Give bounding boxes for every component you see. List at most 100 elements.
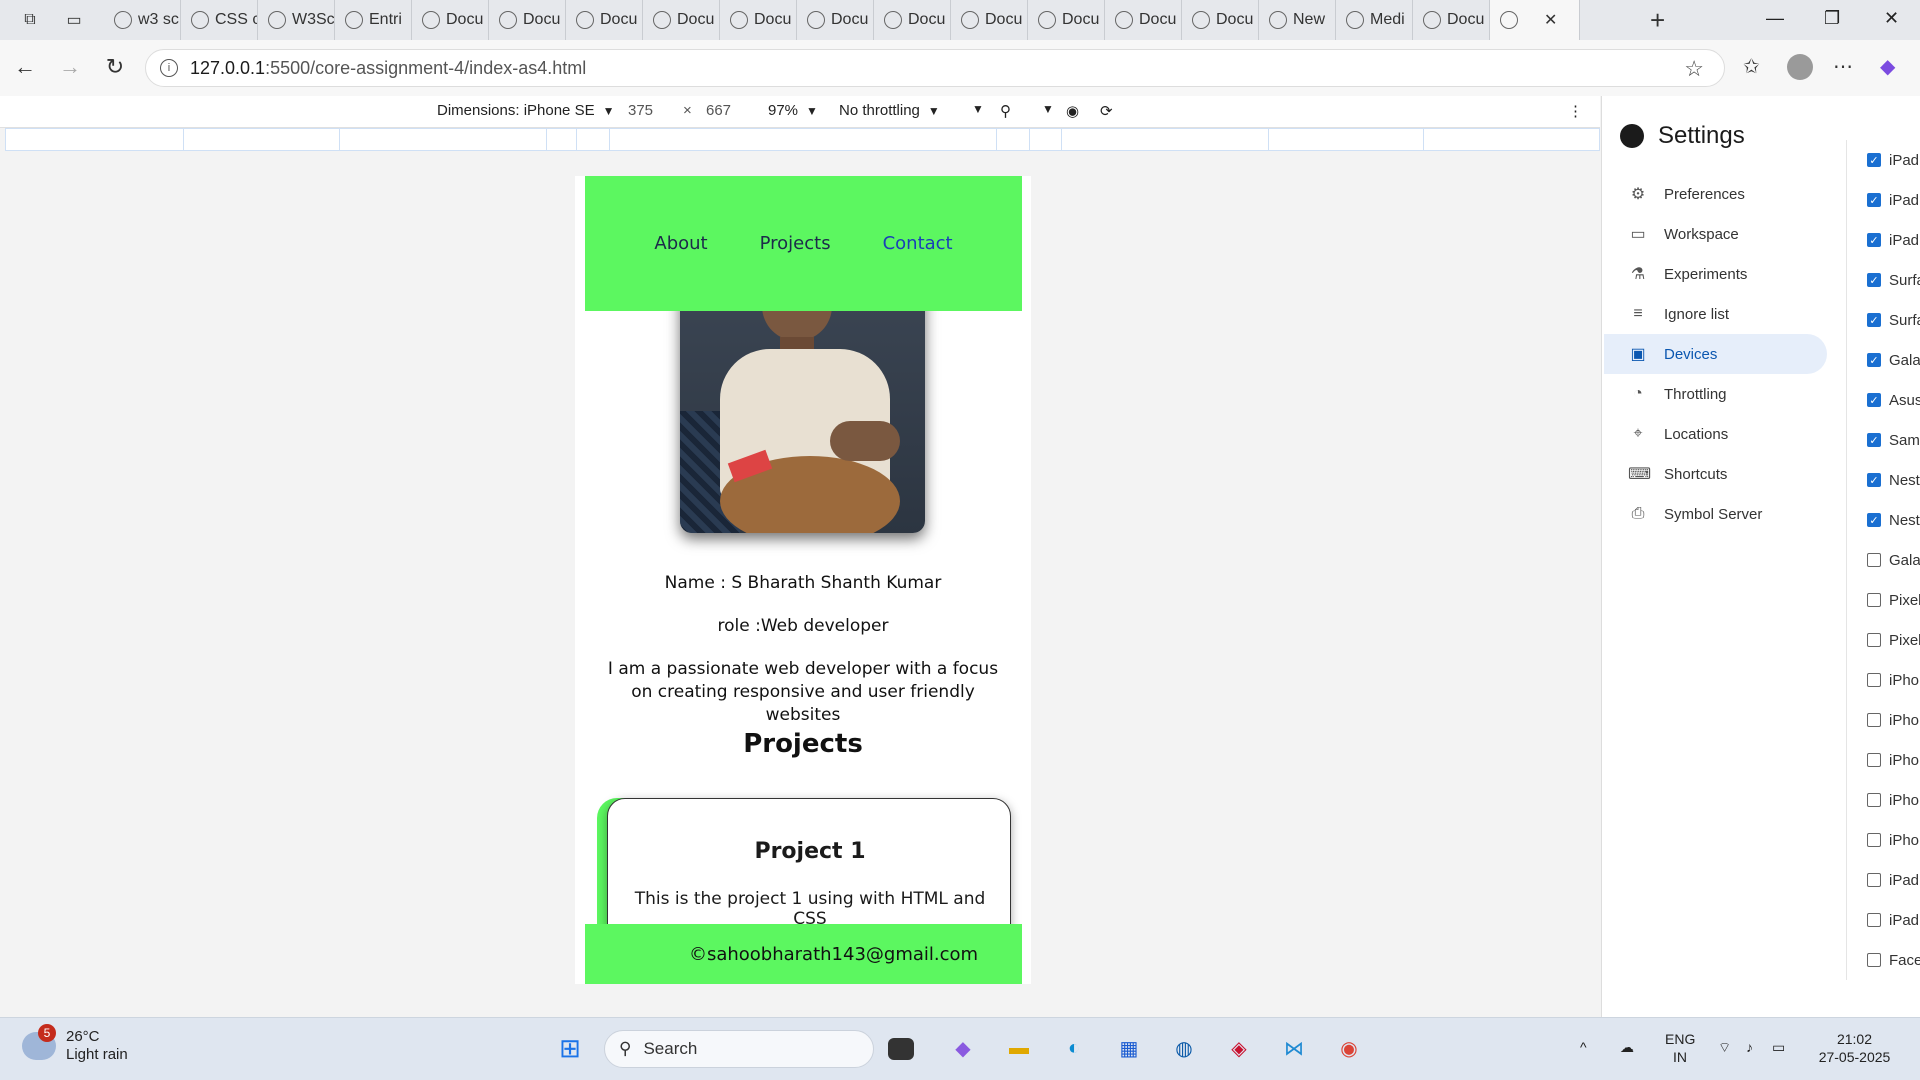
close-window-button[interactable]: ✕ bbox=[1884, 8, 1899, 29]
dell-icon[interactable]: ◍ bbox=[1167, 1031, 1201, 1065]
windows-start-icon[interactable]: ⊞ bbox=[553, 1031, 587, 1065]
browser-tab[interactable]: Docu bbox=[566, 0, 643, 40]
browser-tab[interactable]: Docu bbox=[720, 0, 797, 40]
device-checkbox[interactable] bbox=[1867, 913, 1881, 927]
device-width-input[interactable]: 375 bbox=[628, 102, 653, 119]
settings-menu-item[interactable]: ⚙ Preferences bbox=[1604, 174, 1827, 214]
settings-menu-item[interactable]: ⌨ Shortcuts bbox=[1604, 454, 1827, 494]
device-checkbox[interactable] bbox=[1867, 873, 1881, 887]
clock[interactable]: 21:02 27-05-2025 bbox=[1812, 1030, 1897, 1066]
chrome-icon[interactable]: ◉ bbox=[1332, 1031, 1366, 1065]
nav-projects-link[interactable]: Projects bbox=[760, 233, 831, 254]
nav-contact-link[interactable]: Contact bbox=[883, 233, 953, 254]
throttling-select[interactable]: No throttling ▼ bbox=[839, 102, 940, 119]
device-checkbox[interactable]: ✓ bbox=[1867, 473, 1881, 487]
store-icon[interactable]: ▦ bbox=[1112, 1031, 1146, 1065]
browser-tab[interactable]: W3Sc bbox=[258, 0, 335, 40]
sensor-icon[interactable]: ⚲ bbox=[1000, 102, 1011, 120]
browser-tab[interactable]: Docu bbox=[951, 0, 1028, 40]
browser-tab[interactable]: Entri bbox=[335, 0, 412, 40]
vertical-tabs-icon[interactable]: ▭ bbox=[60, 6, 88, 34]
device-checkbox[interactable]: ✓ bbox=[1867, 433, 1881, 447]
copilot-app-icon[interactable]: ◆ bbox=[946, 1031, 980, 1065]
browser-tab[interactable]: Docu bbox=[1028, 0, 1105, 40]
device-checkbox[interactable]: ✓ bbox=[1867, 353, 1881, 367]
copilot-icon[interactable]: ◆ bbox=[1880, 54, 1895, 79]
back-button[interactable]: ← bbox=[10, 54, 40, 80]
browser-tab[interactable]: Docu bbox=[797, 0, 874, 40]
file-explorer-icon[interactable]: ▬ bbox=[1002, 1031, 1036, 1065]
media-query-ruler[interactable] bbox=[5, 128, 1600, 151]
device-checkbox[interactable]: ✓ bbox=[1867, 393, 1881, 407]
new-tab-button[interactable]: + bbox=[1650, 5, 1665, 36]
device-checkbox[interactable]: ✓ bbox=[1867, 313, 1881, 327]
device-dimensions-select[interactable]: Dimensions: iPhone SE ▼ bbox=[437, 102, 614, 119]
forward-button[interactable]: → bbox=[55, 54, 85, 80]
settings-menu-item[interactable]: ⚗ Experiments bbox=[1604, 254, 1827, 294]
settings-menu-item[interactable]: ⎙ Symbol Server bbox=[1604, 494, 1827, 534]
vscode-icon[interactable]: ⋈ bbox=[1277, 1031, 1311, 1065]
device-height-input[interactable]: 667 bbox=[706, 102, 731, 119]
browser-tab[interactable]: Docu bbox=[412, 0, 489, 40]
settings-menu-item[interactable]: ▭ Workspace bbox=[1604, 214, 1827, 254]
device-checkbox[interactable]: ✓ bbox=[1867, 513, 1881, 527]
settings-menu-item[interactable]: ▣ Devices bbox=[1604, 334, 1827, 374]
wifi-icon[interactable]: ⌔ bbox=[1718, 1038, 1731, 1056]
browser-tab[interactable]: Docu bbox=[1413, 0, 1490, 40]
maximize-button[interactable]: ❐ bbox=[1824, 8, 1840, 29]
browser-tab[interactable]: Docu bbox=[1105, 0, 1182, 40]
show-hidden-icons[interactable]: ^ bbox=[1580, 1038, 1587, 1056]
browser-tab[interactable]: Docu bbox=[643, 0, 720, 40]
battery-icon[interactable]: ▭ bbox=[1772, 1038, 1785, 1056]
task-view-icon[interactable] bbox=[888, 1038, 914, 1060]
edge-app-icon[interactable]: ◐ bbox=[1057, 1031, 1091, 1065]
browser-tab[interactable]: New bbox=[1259, 0, 1336, 40]
favorites-icon[interactable]: ✩ bbox=[1743, 54, 1760, 79]
minimize-button[interactable]: — bbox=[1766, 8, 1784, 29]
rotate-device-icon[interactable]: ⟳ bbox=[1100, 102, 1113, 120]
browser-tab[interactable]: w3 sc bbox=[104, 0, 181, 40]
device-toolbar-more-icon[interactable]: ⋮ bbox=[1568, 102, 1583, 120]
device-checkbox[interactable] bbox=[1867, 753, 1881, 767]
device-checkbox[interactable] bbox=[1867, 553, 1881, 567]
browser-tab[interactable]: Docu bbox=[1182, 0, 1259, 40]
site-info-icon[interactable]: i bbox=[160, 59, 178, 77]
weather-widget[interactable]: 5 26°C Light rain bbox=[22, 1024, 128, 1064]
device-checkbox[interactable] bbox=[1867, 953, 1881, 967]
profile-avatar[interactable] bbox=[1787, 54, 1813, 80]
refresh-button[interactable]: ↻ bbox=[100, 54, 130, 80]
settings-menu-item[interactable]: ◔ Throttling bbox=[1604, 374, 1827, 414]
save-data-dropdown-icon[interactable]: ▼ bbox=[972, 102, 984, 116]
favorite-star-icon[interactable]: ☆ bbox=[1684, 56, 1704, 82]
volume-icon[interactable]: ♪ bbox=[1746, 1038, 1753, 1056]
close-tab-icon[interactable]: ✕ bbox=[1544, 10, 1557, 30]
taskbar-search[interactable]: ⚲ Search bbox=[604, 1030, 874, 1068]
browser-tab[interactable]: Docu bbox=[874, 0, 951, 40]
device-checkbox[interactable] bbox=[1867, 713, 1881, 727]
device-checkbox[interactable] bbox=[1867, 593, 1881, 607]
language-indicator[interactable]: ENG IN bbox=[1665, 1030, 1695, 1066]
device-checkbox[interactable]: ✓ bbox=[1867, 233, 1881, 247]
browser-tab[interactable]: CSS c bbox=[181, 0, 258, 40]
device-checkbox[interactable] bbox=[1867, 833, 1881, 847]
device-checkbox[interactable] bbox=[1867, 673, 1881, 687]
device-checkbox[interactable]: ✓ bbox=[1867, 193, 1881, 207]
sensor-dropdown-icon[interactable]: ▼ bbox=[1042, 102, 1054, 116]
mcafee-icon[interactable]: ◈ bbox=[1222, 1031, 1256, 1065]
zoom-select[interactable]: 97% ▼ bbox=[768, 102, 818, 119]
more-menu-icon[interactable]: ⋯ bbox=[1833, 54, 1853, 79]
url-field[interactable]: i 127.0.0.1:5500/core-assignment-4/index… bbox=[145, 49, 1725, 87]
vision-deficiency-icon[interactable]: ◉ bbox=[1066, 102, 1079, 120]
browser-tab[interactable]: ✕ bbox=[1490, 0, 1580, 40]
device-checkbox[interactable] bbox=[1867, 633, 1881, 647]
browser-tab[interactable]: Docu bbox=[489, 0, 566, 40]
browser-tab[interactable]: Medi bbox=[1336, 0, 1413, 40]
onedrive-icon[interactable]: ☁ bbox=[1620, 1038, 1634, 1056]
device-checkbox[interactable]: ✓ bbox=[1867, 153, 1881, 167]
settings-menu-item[interactable]: ≡ Ignore list bbox=[1604, 294, 1827, 334]
settings-menu-item[interactable]: ⌖ Locations bbox=[1604, 414, 1827, 454]
device-checkbox[interactable]: ✓ bbox=[1867, 273, 1881, 287]
nav-about-link[interactable]: About bbox=[654, 233, 707, 254]
device-checkbox[interactable] bbox=[1867, 793, 1881, 807]
workspaces-icon[interactable]: ⧉ bbox=[16, 6, 44, 34]
